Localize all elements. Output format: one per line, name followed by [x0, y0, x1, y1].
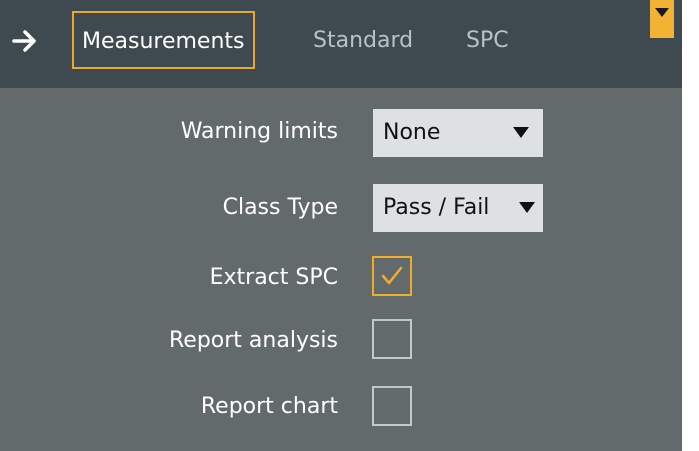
report-chart-checkbox[interactable] — [372, 386, 412, 426]
report-analysis-checkbox[interactable] — [372, 319, 412, 359]
chevron-down-icon — [519, 202, 535, 213]
tab-spc[interactable]: SPC — [466, 27, 509, 55]
chevron-down-icon — [513, 127, 529, 138]
caret-down-icon[interactable] — [650, 0, 674, 38]
window-edge — [682, 0, 699, 451]
report-analysis-label: Report analysis — [169, 328, 338, 353]
settings-panel: Measurements Standard SPC Warning limits… — [0, 0, 682, 451]
class-type-select[interactable]: Pass / Fail — [373, 184, 543, 232]
tab-measurements[interactable]: Measurements — [72, 11, 255, 69]
extract-spc-checkbox[interactable] — [372, 256, 412, 296]
checkmark-icon — [381, 266, 403, 285]
class-type-value: Pass / Fail — [383, 195, 490, 220]
class-type-label: Class Type — [222, 195, 338, 220]
tab-standard[interactable]: Standard — [313, 27, 413, 55]
warning-limits-value: None — [383, 120, 441, 145]
report-chart-label: Report chart — [200, 394, 338, 419]
extract-spc-label: Extract SPC — [209, 265, 338, 290]
tab-bar: Measurements Standard SPC — [0, 0, 682, 88]
arrow-right-icon[interactable] — [10, 26, 40, 56]
warning-limits-label: Warning limits — [180, 119, 338, 144]
warning-limits-select[interactable]: None — [373, 109, 543, 157]
